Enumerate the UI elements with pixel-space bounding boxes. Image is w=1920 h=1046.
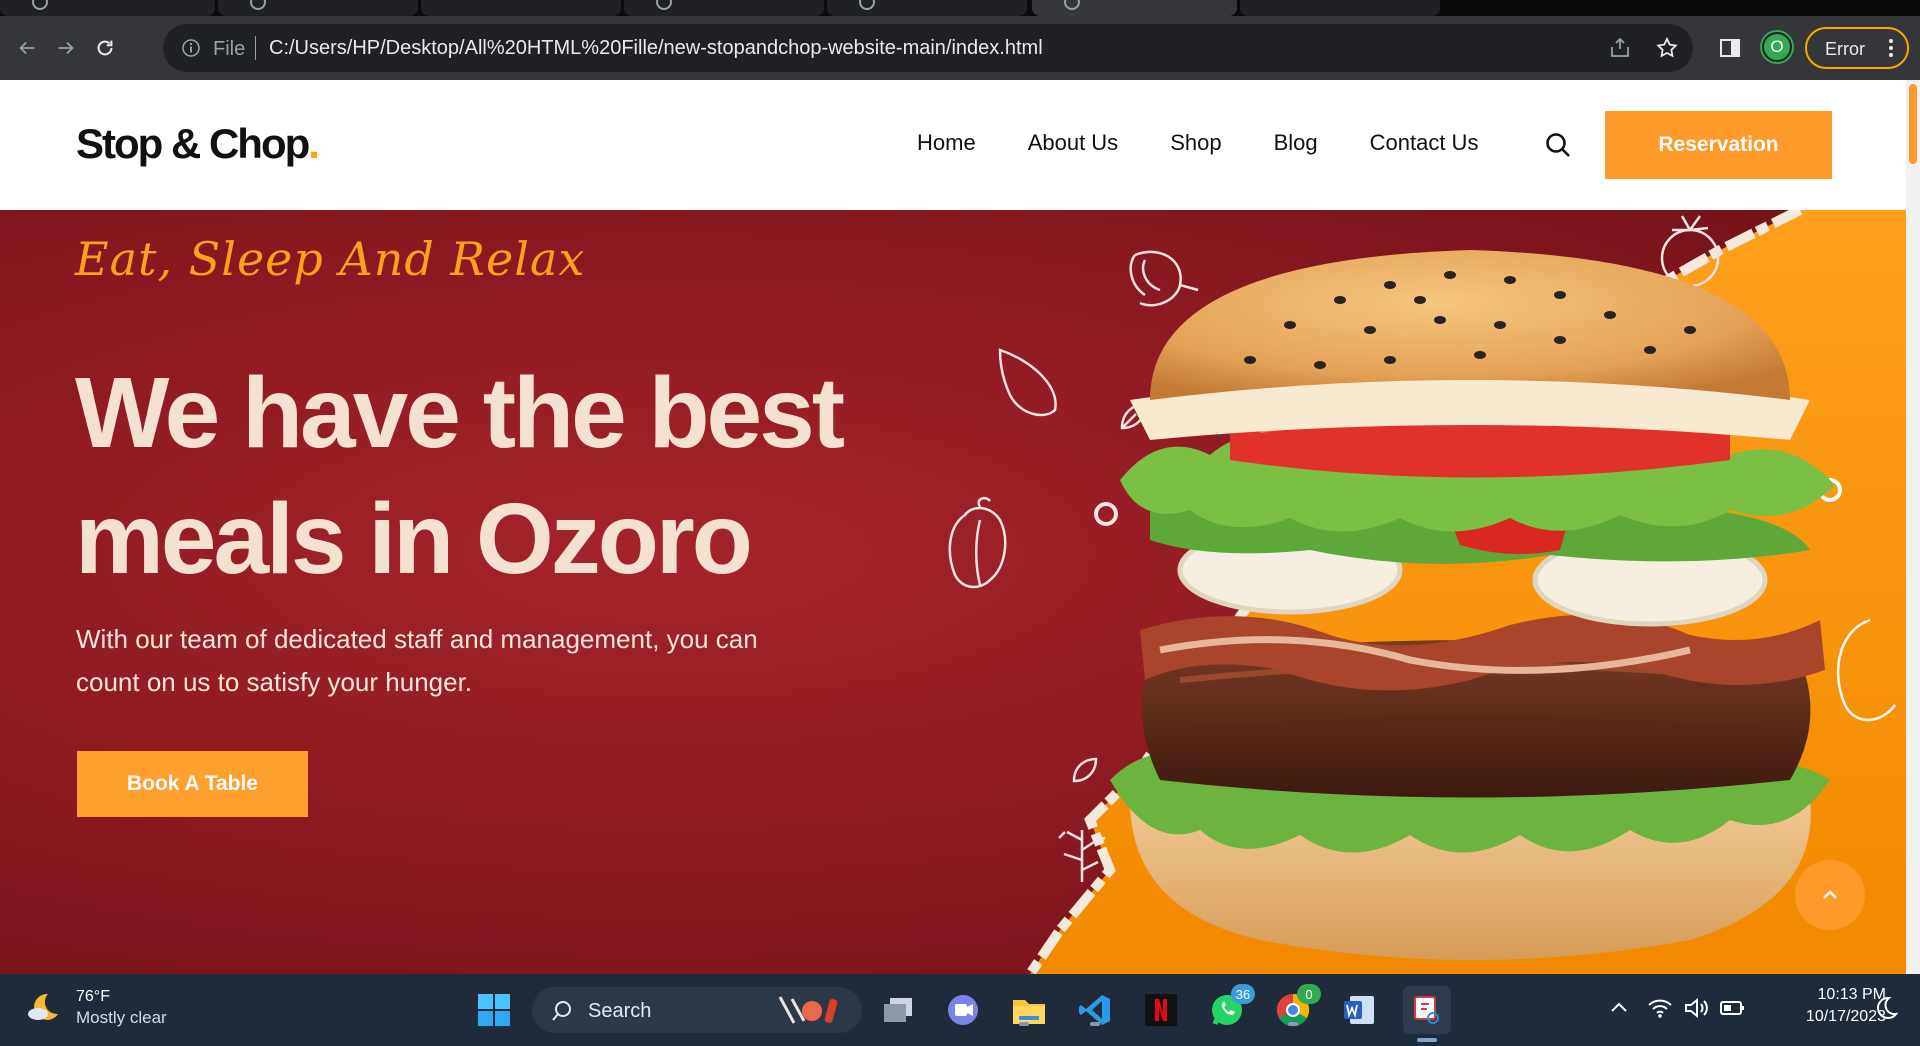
garlic-doodle-icon xyxy=(998,348,1057,417)
search-highlight-icon xyxy=(778,996,838,1024)
windows-taskbar: 76°F Mostly clear Search 36 0 10:13 PM 1… xyxy=(0,974,1920,1046)
active-indicator xyxy=(1417,1038,1437,1042)
windows-logo-icon xyxy=(478,994,510,1026)
logo-text: Stop & Chop xyxy=(76,120,310,167)
headline-line-1: We have the best xyxy=(75,357,845,469)
back-to-top-button[interactable] xyxy=(1795,860,1865,930)
hero-tagline: Eat, Sleep And Relax xyxy=(75,232,586,286)
tab-strip xyxy=(0,0,1920,16)
browser-tab[interactable] xyxy=(827,0,1027,16)
chrome-button[interactable]: 0 xyxy=(1273,984,1321,1030)
moon-cloud-icon xyxy=(28,993,58,1020)
page-scrollbar[interactable] xyxy=(1906,80,1920,974)
book-table-button[interactable]: Book A Table xyxy=(77,751,308,817)
chat-icon xyxy=(948,995,978,1025)
bookmark-star-icon[interactable] xyxy=(1655,36,1679,60)
battery-icon[interactable] xyxy=(1718,994,1746,1022)
info-icon[interactable] xyxy=(181,38,201,58)
scrollbar-thumb[interactable] xyxy=(1909,84,1917,164)
browser-tab[interactable] xyxy=(624,0,824,16)
share-icon[interactable] xyxy=(1608,36,1632,60)
hero-headline: We have the best meals in Ozoro xyxy=(75,350,935,602)
site-header: Stop & Chop. Home About Us Shop Blog Con… xyxy=(0,80,1906,210)
back-button[interactable] xyxy=(11,32,43,64)
chevron-up-icon[interactable] xyxy=(1605,994,1633,1022)
taskbar-search[interactable]: Search xyxy=(532,987,862,1033)
kebab-menu-icon[interactable] xyxy=(1889,39,1893,57)
folder-icon xyxy=(1013,1000,1045,1024)
nav-blog[interactable]: Blog xyxy=(1274,130,1318,156)
chevron-up-icon xyxy=(1823,890,1837,899)
whatsapp-button[interactable]: 36 xyxy=(1207,984,1255,1030)
snipping-tool-icon xyxy=(1414,996,1439,1024)
browser-tab[interactable] xyxy=(0,0,215,16)
clock-time: 10:13 PM xyxy=(1817,986,1886,1003)
hero-description: With our team of dedicated staff and man… xyxy=(76,624,758,697)
error-button[interactable]: Error xyxy=(1805,27,1909,69)
separator xyxy=(255,36,256,60)
weather-condition: Mostly clear xyxy=(76,1008,167,1027)
search-label: Search xyxy=(588,1000,652,1022)
arrow-left-icon xyxy=(19,41,35,55)
system-clock[interactable]: 10:13 PM 10/17/2023 xyxy=(1766,986,1886,1026)
running-indicator xyxy=(1288,1022,1298,1026)
site-logo[interactable]: Stop & Chop. xyxy=(76,120,320,168)
nav-shop[interactable]: Shop xyxy=(1170,130,1221,156)
teams-button[interactable] xyxy=(943,990,983,1030)
burger-image xyxy=(1110,250,1835,960)
wifi-icon[interactable] xyxy=(1646,994,1674,1022)
error-label: Error xyxy=(1825,39,1865,59)
task-view-button[interactable] xyxy=(878,990,918,1030)
browser-toolbar: File C:/Users/HP/Desktop/All%20HTML%20Fi… xyxy=(0,16,1920,80)
task-view-icon xyxy=(884,998,912,1022)
file-explorer-button[interactable] xyxy=(1009,990,1049,1030)
weather-widget[interactable]: 76°F Mostly clear xyxy=(26,988,167,1028)
word-button[interactable] xyxy=(1339,990,1379,1030)
running-indicator xyxy=(1090,1022,1100,1026)
browser-tab[interactable] xyxy=(218,0,418,16)
hero-section: Eat, Sleep And Relax We have the best me… xyxy=(0,210,1906,974)
weather-temp: 76°F xyxy=(76,988,110,1005)
address-bar[interactable]: File C:/Users/HP/Desktop/All%20HTML%20Fi… xyxy=(163,24,1693,72)
logo-dot: . xyxy=(308,120,320,167)
vscode-button[interactable] xyxy=(1075,990,1115,1030)
url-text[interactable]: C:/Users/HP/Desktop/All%20HTML%20Fille/n… xyxy=(269,37,1043,60)
browser-tab[interactable] xyxy=(1240,0,1440,16)
browser-tab[interactable] xyxy=(421,0,621,16)
netflix-icon xyxy=(1145,994,1177,1026)
profile-avatar[interactable]: O xyxy=(1762,32,1792,62)
pepper-doodle-icon xyxy=(948,496,1007,589)
main-nav: Home About Us Shop Blog Contact Us xyxy=(917,130,1478,156)
side-panel-icon[interactable] xyxy=(1718,36,1742,60)
forward-button[interactable] xyxy=(50,32,82,64)
reload-button[interactable] xyxy=(89,32,121,64)
web-page: Stop & Chop. Home About Us Shop Blog Con… xyxy=(0,80,1920,974)
clock-date: 10/17/2023 xyxy=(1805,1008,1886,1025)
nav-contact-us[interactable]: Contact Us xyxy=(1370,130,1479,156)
chrome-badge: 0 xyxy=(1297,984,1321,1004)
running-indicator xyxy=(1019,1022,1029,1026)
search-icon[interactable] xyxy=(1544,131,1572,159)
browser-tab-active[interactable] xyxy=(1032,0,1237,16)
file-label: File xyxy=(213,38,246,60)
reservation-button[interactable]: Reservation xyxy=(1605,111,1832,179)
nav-home[interactable]: Home xyxy=(917,130,976,156)
reload-icon xyxy=(97,40,113,56)
nav-about-us[interactable]: About Us xyxy=(1028,130,1119,156)
do-not-disturb-moon-icon[interactable] xyxy=(1872,994,1900,1022)
headline-line-2: meals in Ozoro xyxy=(75,483,753,595)
volume-icon[interactable] xyxy=(1682,994,1710,1022)
whatsapp-badge: 36 xyxy=(1231,984,1255,1004)
netflix-button[interactable] xyxy=(1141,990,1181,1030)
word-icon xyxy=(1344,996,1374,1024)
arrow-right-icon xyxy=(58,41,74,55)
snipping-tool-button[interactable] xyxy=(1403,986,1451,1042)
start-button[interactable] xyxy=(474,990,514,1030)
search-icon xyxy=(552,1001,571,1021)
